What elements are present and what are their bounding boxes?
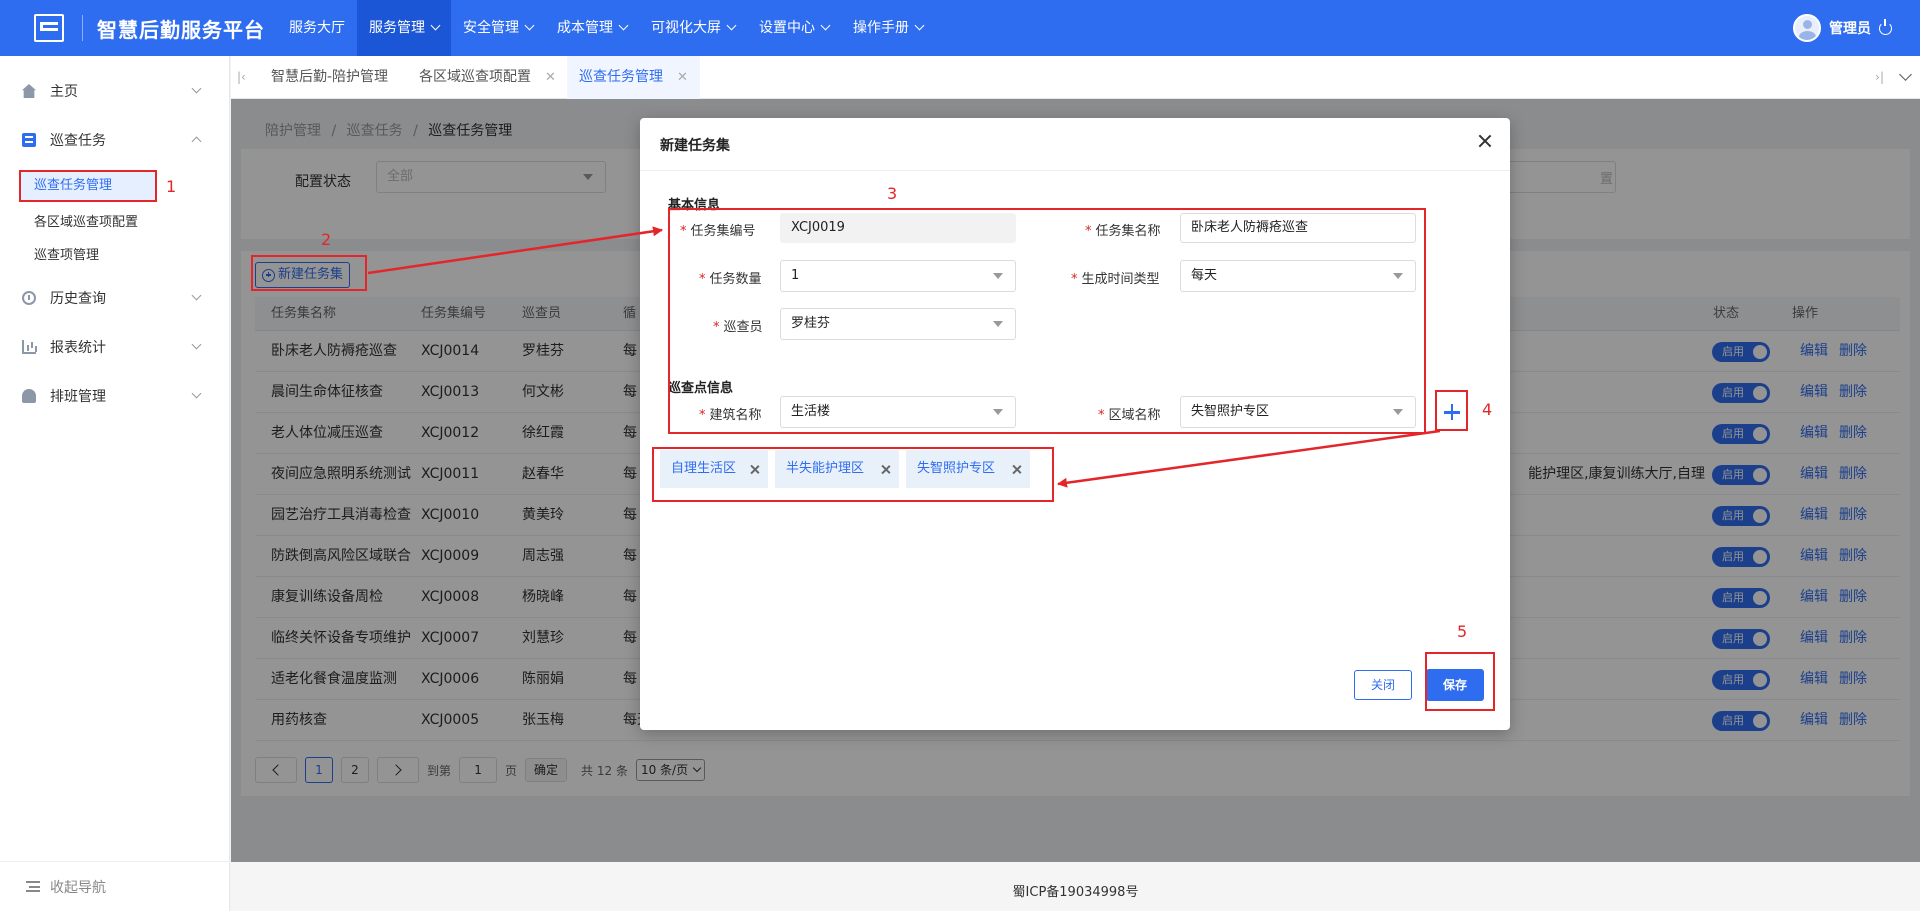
- menu-label: 安全管理: [463, 20, 519, 36]
- annotation-box-2: [251, 255, 367, 291]
- close-button[interactable]: 关闭: [1354, 670, 1412, 700]
- collapse-nav-label: 收起导航: [50, 879, 106, 896]
- top-menu-dashboard[interactable]: 可视化大屏: [639, 0, 747, 56]
- chevron-down-icon: [430, 20, 441, 31]
- chevron-down-icon[interactable]: [1898, 70, 1914, 86]
- chevron-down-icon: [191, 388, 202, 399]
- annotation-box-4: [1435, 390, 1468, 431]
- power-icon[interactable]: [1879, 18, 1892, 35]
- annotation-number: 4: [1482, 400, 1493, 419]
- top-menu-safety[interactable]: 安全管理: [451, 0, 545, 56]
- chevron-down-icon: [524, 20, 535, 31]
- sidebar-item-label: 排班管理: [50, 389, 106, 405]
- top-menu-settings[interactable]: 设置中心: [747, 0, 841, 56]
- chevron-down-icon: [618, 20, 629, 31]
- username: 管理员: [1829, 21, 1871, 37]
- sidebar-item-report[interactable]: 报表统计: [0, 332, 230, 362]
- sidebar-item-home[interactable]: 主页: [0, 76, 230, 106]
- tab-scroll-right-icon[interactable]: ›|: [1875, 70, 1884, 84]
- tab-label: 智慧后勤-陪护管理: [271, 69, 389, 85]
- tab-scroll-left-icon[interactable]: |‹: [237, 70, 246, 84]
- sidebar-item-patrol[interactable]: 巡查任务: [0, 125, 230, 155]
- sidebar-item-history[interactable]: 历史查询: [0, 283, 230, 313]
- annotation-box-1: [19, 170, 157, 202]
- chevron-down-icon: [726, 20, 737, 31]
- tab-label: 各区域巡查项配置: [419, 69, 531, 85]
- history-icon: [22, 291, 36, 305]
- menu-label: 操作手册: [853, 20, 909, 36]
- user-menu[interactable]: 管理员: [1793, 0, 1892, 56]
- chevron-down-icon: [191, 290, 202, 301]
- app-logo-icon: [34, 14, 64, 42]
- menu-label: 可视化大屏: [651, 20, 721, 36]
- annotation-number: 5: [1457, 622, 1468, 641]
- menu-label: 成本管理: [557, 20, 613, 36]
- footer-icp: 蜀ICP备19034998号: [231, 862, 1920, 911]
- logo-divider: [82, 15, 83, 41]
- top-menu-service-hall[interactable]: 服务大厅: [277, 0, 357, 56]
- home-icon: [22, 84, 36, 98]
- sidebar-item-area-config[interactable]: 各区域巡查项配置: [34, 211, 138, 230]
- chevron-down-icon: [914, 20, 925, 31]
- tab-area-config[interactable]: 各区域巡查项配置 ✕: [419, 56, 556, 99]
- annotation-box-3: [668, 208, 1426, 434]
- tab-escort-management[interactable]: 智慧后勤-陪护管理: [271, 56, 388, 99]
- sidebar-item-label: 巡查任务: [50, 133, 106, 149]
- tab-label: 巡查任务管理: [579, 69, 663, 85]
- avatar: [1793, 14, 1821, 42]
- tab-bar: |‹ 智慧后勤-陪护管理 各区域巡查项配置 ✕ 巡查任务管理 ✕ ›|: [231, 56, 1920, 99]
- dialog-title: 新建任务集: [660, 138, 730, 154]
- close-icon[interactable]: [1476, 132, 1494, 150]
- annotation-number: 2: [321, 230, 332, 249]
- annotation-box-5: [1425, 652, 1495, 711]
- menu-icon: [26, 881, 40, 892]
- top-menu-manual[interactable]: 操作手册: [841, 0, 935, 56]
- sidebar-item-label: 报表统计: [50, 340, 106, 356]
- top-menu: 服务大厅 服务管理 安全管理 成本管理 可视化大屏 设置中心 操作手册: [277, 0, 935, 56]
- close-icon[interactable]: ✕: [545, 70, 556, 85]
- bell-icon: [22, 389, 36, 403]
- top-menu-cost[interactable]: 成本管理: [545, 0, 639, 56]
- chevron-down-icon: [191, 339, 202, 350]
- app-title: 智慧后勤服务平台: [97, 17, 265, 42]
- annotation-number: 3: [887, 184, 898, 203]
- collapse-nav-button[interactable]: 收起导航: [0, 861, 230, 911]
- sidebar-item-label: 主页: [50, 84, 78, 100]
- top-navigation: 智慧后勤服务平台 服务大厅 服务管理 安全管理 成本管理 可视化大屏 设置中心 …: [0, 0, 1920, 56]
- chevron-down-icon: [820, 20, 831, 31]
- divider: [668, 202, 1510, 203]
- sidebar-item-patrol-items[interactable]: 巡查项管理: [34, 244, 99, 263]
- bar-chart-icon: [22, 340, 36, 354]
- chevron-up-icon: [191, 136, 202, 147]
- close-icon[interactable]: ✕: [677, 70, 688, 85]
- top-menu-service-management[interactable]: 服务管理: [357, 0, 451, 56]
- sidebar-item-schedule[interactable]: 排班管理: [0, 381, 230, 411]
- tab-patrol-task-management[interactable]: 巡查任务管理 ✕: [567, 56, 700, 99]
- menu-label: 服务大厅: [289, 20, 345, 36]
- annotation-number: 1: [166, 177, 177, 196]
- chevron-down-icon: [191, 83, 202, 94]
- sidebar-item-label: 历史查询: [50, 291, 106, 307]
- menu-label: 设置中心: [759, 20, 815, 36]
- task-list-icon: [22, 133, 36, 147]
- divider: [640, 170, 1510, 171]
- menu-label: 服务管理: [369, 20, 425, 36]
- annotation-box-tags: [652, 447, 1054, 502]
